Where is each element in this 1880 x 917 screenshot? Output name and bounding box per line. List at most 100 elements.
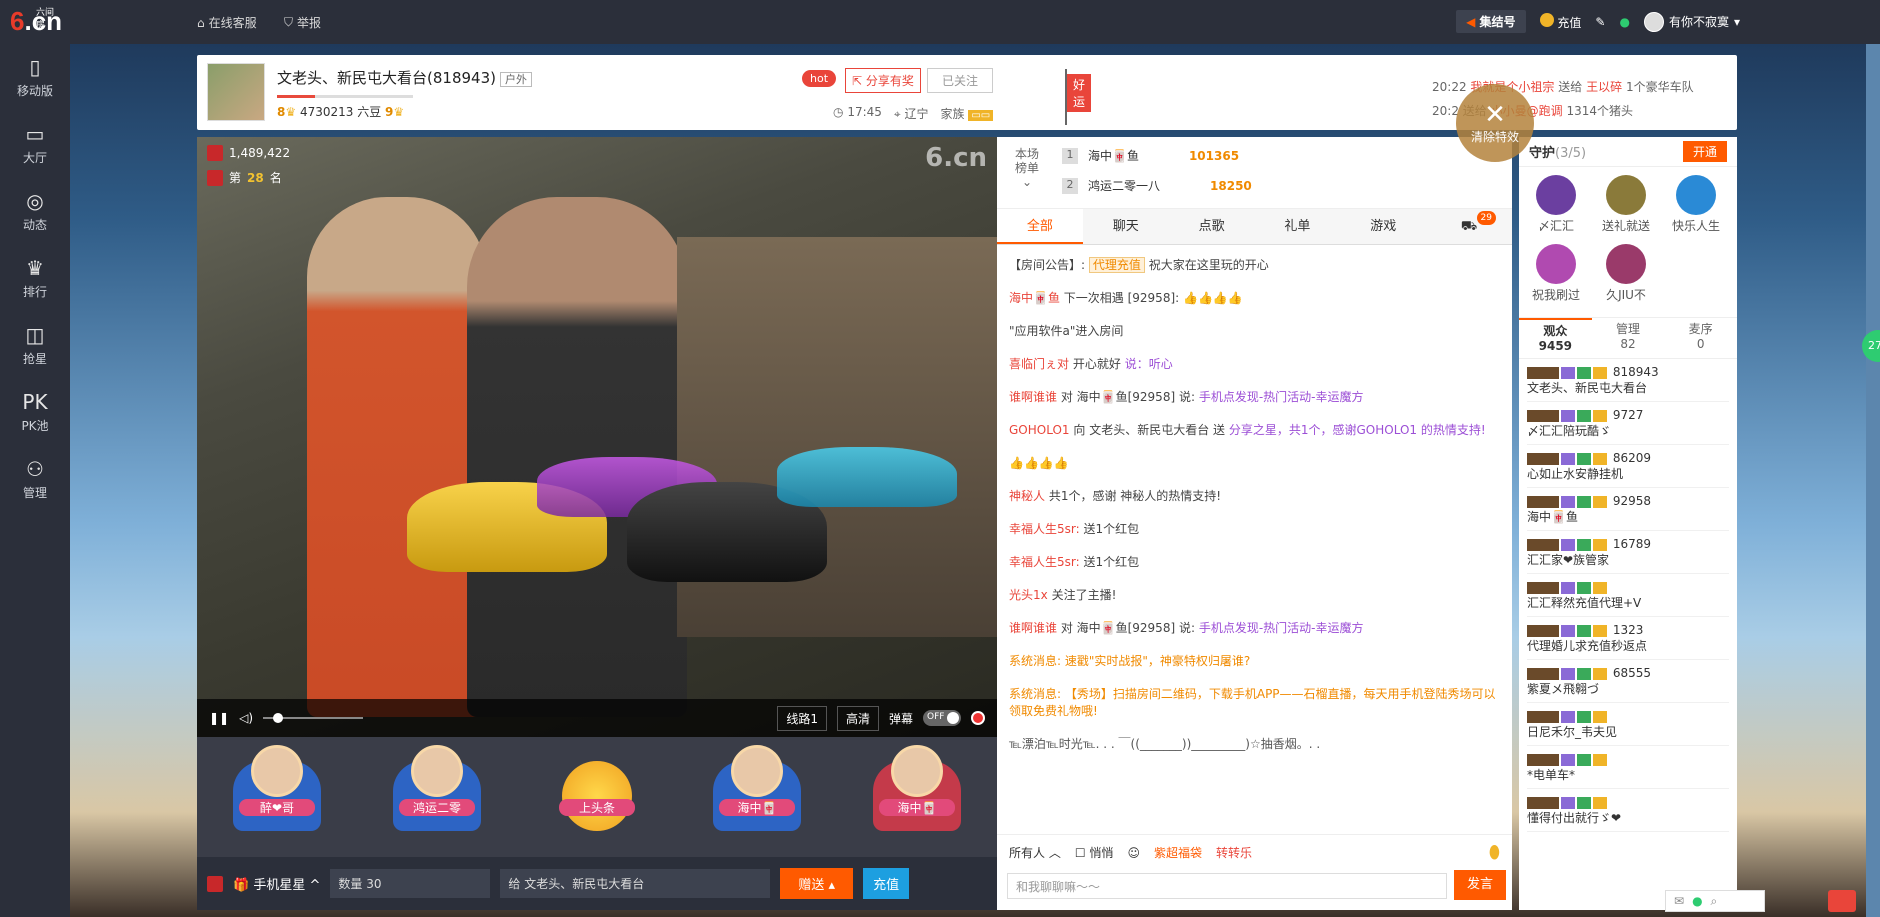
chat-user[interactable]: 喜临门ぇ对 [1009, 357, 1069, 371]
quality-button[interactable]: 高清 [836, 705, 879, 731]
guard-member[interactable]: 快乐人生 [1663, 175, 1729, 240]
user-row[interactable]: 818943 文老头、新民屯大看台 [1527, 359, 1729, 402]
danmu-toggle[interactable]: OFF [923, 710, 961, 726]
chat-tab[interactable]: 全部 [997, 209, 1083, 244]
chat-user[interactable]: 幸福人生5sr: [1009, 555, 1080, 569]
gift-bar: 🎁 手机星星 ^ 数量 30 给 文老头、新民屯大看台 赠送 ▴ 充值 [197, 857, 997, 910]
user-row[interactable]: 1323 代理婚儿求充值秒返点 [1527, 617, 1729, 660]
send-gift-button[interactable]: 赠送 ▴ [780, 868, 854, 899]
online-service-link[interactable]: ⌂ 在线客服 [197, 14, 257, 31]
gift-selector[interactable]: 🎁 手机星星 ^ [233, 874, 320, 893]
user-row[interactable]: 16789 汇汇家❤族管家 [1527, 531, 1729, 574]
chat-tab[interactable]: ⛟ 29 [1426, 209, 1512, 244]
whisper-checkbox[interactable]: ☐ 悄悄 [1075, 844, 1114, 861]
nav-item[interactable]: ⚇ 管理 [0, 446, 70, 513]
jiehao-button[interactable]: ◀ 集结号 [1456, 10, 1526, 33]
open-guard-button[interactable]: 开通 [1682, 141, 1727, 162]
chat-user[interactable]: 光头1x [1009, 588, 1048, 602]
user-row[interactable]: 汇汇释然充值代理+V [1527, 574, 1729, 617]
message-button[interactable] [1828, 890, 1856, 912]
chat-tab[interactable]: 游戏 [1340, 209, 1426, 244]
room-category-tag[interactable]: 户外 [499, 72, 532, 87]
nav-item[interactable]: ◎ 动态 [0, 178, 70, 245]
user-tab[interactable]: 观众 9459 [1519, 318, 1592, 358]
rank-label[interactable]: 本场 榜单 ⌄ [1015, 147, 1039, 189]
nav-item[interactable]: ◫ 抢星 [0, 312, 70, 379]
guard-member[interactable]: 送礼就送 [1593, 175, 1659, 240]
vip-badge [1561, 452, 1575, 465]
check-icon[interactable]: ● [1692, 894, 1702, 908]
chat-input[interactable]: 和我聊聊嘛～～ [1007, 873, 1447, 899]
user-row[interactable]: *电单车* [1527, 746, 1729, 789]
seat[interactable]: 海中🀄 [707, 745, 807, 847]
video-player[interactable]: 6.cn 1,489,422 第 28 名 ❚❚ ◁) 线路1 高清 弹幕 OFF [197, 137, 997, 737]
agent-charge-tag[interactable]: 代理充值 [1088, 257, 1145, 273]
charge-button[interactable]: 充值 [863, 868, 910, 899]
mail-icon[interactable]: ✉ [1674, 894, 1684, 908]
guard-member[interactable]: 〆汇汇 [1523, 175, 1589, 240]
site-logo[interactable]: 6.cn 六间房 [10, 6, 62, 37]
viewers-icon [207, 145, 223, 161]
to-all-select[interactable]: 所有人 ︿ [1009, 844, 1061, 861]
nav-item[interactable]: ▭ 大厅 [0, 111, 70, 178]
guard-member[interactable]: 祝我刷过 [1523, 244, 1589, 309]
rank-row[interactable]: 1 海中🀄鱼 101365 [1062, 147, 1239, 164]
charge-link[interactable]: 充值 [1539, 12, 1581, 31]
pause-icon[interactable]: ❚❚ [209, 711, 229, 725]
egg-icon[interactable]: ⬮ [1489, 842, 1500, 863]
chat-user[interactable]: 海中🀄鱼 [1009, 291, 1060, 305]
record-icon[interactable] [971, 711, 985, 725]
user-row[interactable]: 86209 心如止水安静挂机 [1527, 445, 1729, 488]
nav-item[interactable]: ▯ 移动版 [0, 44, 70, 111]
chat-tab[interactable]: 点歌 [1169, 209, 1255, 244]
chat-tab[interactable]: 聊天 [1083, 209, 1169, 244]
follow-button[interactable]: 已关注 [927, 68, 994, 93]
host-avatar[interactable] [207, 63, 265, 121]
emoji-icon[interactable]: ☺ [1127, 846, 1140, 860]
edit-icon[interactable]: ✎ [1595, 15, 1605, 29]
level-badge [1527, 366, 1559, 379]
spin-wheel-button[interactable]: 转转乐 [1216, 844, 1252, 861]
room-rank[interactable]: 第 28 名 [207, 169, 282, 186]
share-button[interactable]: ⇱ 分享有奖 [845, 68, 921, 93]
search-icon[interactable]: ⌕ [1711, 894, 1718, 909]
line-select-button[interactable]: 线路1 [777, 705, 827, 731]
user-row[interactable]: 日尼禾尔_韦夫见 [1527, 703, 1729, 746]
chat-tab[interactable]: 礼单 [1254, 209, 1340, 244]
clear-effects-button[interactable]: ✕ 清除特效 [1456, 84, 1534, 162]
quantity-field[interactable]: 数量 30 [330, 869, 491, 898]
seat[interactable]: 海中🀄 [867, 745, 967, 847]
seat-chair [562, 761, 632, 831]
user-row[interactable]: 68555 紫夏メ飛翱づ [1527, 660, 1729, 703]
family-badge[interactable]: ▭▭ [968, 110, 994, 121]
location-icon: ⌖ [893, 107, 901, 121]
check-icon[interactable]: ● [1619, 15, 1629, 29]
chat-user[interactable]: 神秘人 [1009, 489, 1045, 503]
recipient-field[interactable]: 给 文老头、新民屯大看台 [500, 869, 771, 898]
user-tab[interactable]: 管理 82 [1592, 318, 1665, 358]
nav-item[interactable]: ♛ 排行 [0, 245, 70, 312]
chat-message: 谁啊谁谁 对 海中🀄鱼[92958] 说: 手机点发现-热门活动-幸运魔方 [1009, 390, 1364, 404]
chat-user[interactable]: 幸福人生5sr: [1009, 522, 1080, 536]
nav-item[interactable]: PK PK池 [0, 379, 70, 446]
seat[interactable]: 上头条 [547, 747, 647, 847]
chat-user[interactable]: 谁啊谁谁 [1009, 621, 1057, 635]
volume-icon[interactable]: ◁) [239, 711, 253, 725]
send-chat-button[interactable]: 发言 [1454, 870, 1506, 900]
report-link[interactable]: ⛉ 举报 [284, 14, 321, 31]
user-menu[interactable]: 有你不寂寞 ▾ [1643, 11, 1740, 32]
chat-user[interactable]: 谁啊谁谁 [1009, 390, 1057, 404]
lucky-bag-button[interactable]: 紫超福袋 [1154, 844, 1202, 861]
seat[interactable]: 醉❤哥 [227, 745, 327, 847]
user-row[interactable]: 9727 〆汇汇陪玩酷ゞ [1527, 402, 1729, 445]
user-row[interactable]: 懂得付出就行ゞ❤ [1527, 789, 1729, 832]
user-tab[interactable]: 麦序 0 [1664, 318, 1737, 358]
seat[interactable]: 鸿运二零 [387, 745, 487, 847]
red-packet-icon[interactable] [207, 875, 223, 892]
chat-user[interactable]: GOHOLO1 [1009, 423, 1070, 437]
volume-slider[interactable] [263, 713, 364, 723]
guard-member[interactable]: 久JIU不 [1593, 244, 1659, 309]
rank-row[interactable]: 2 鸿运二零一八 18250 [1062, 177, 1252, 194]
user-row[interactable]: 92958 海中🀄鱼 [1527, 488, 1729, 531]
vip-badge [1593, 753, 1607, 766]
